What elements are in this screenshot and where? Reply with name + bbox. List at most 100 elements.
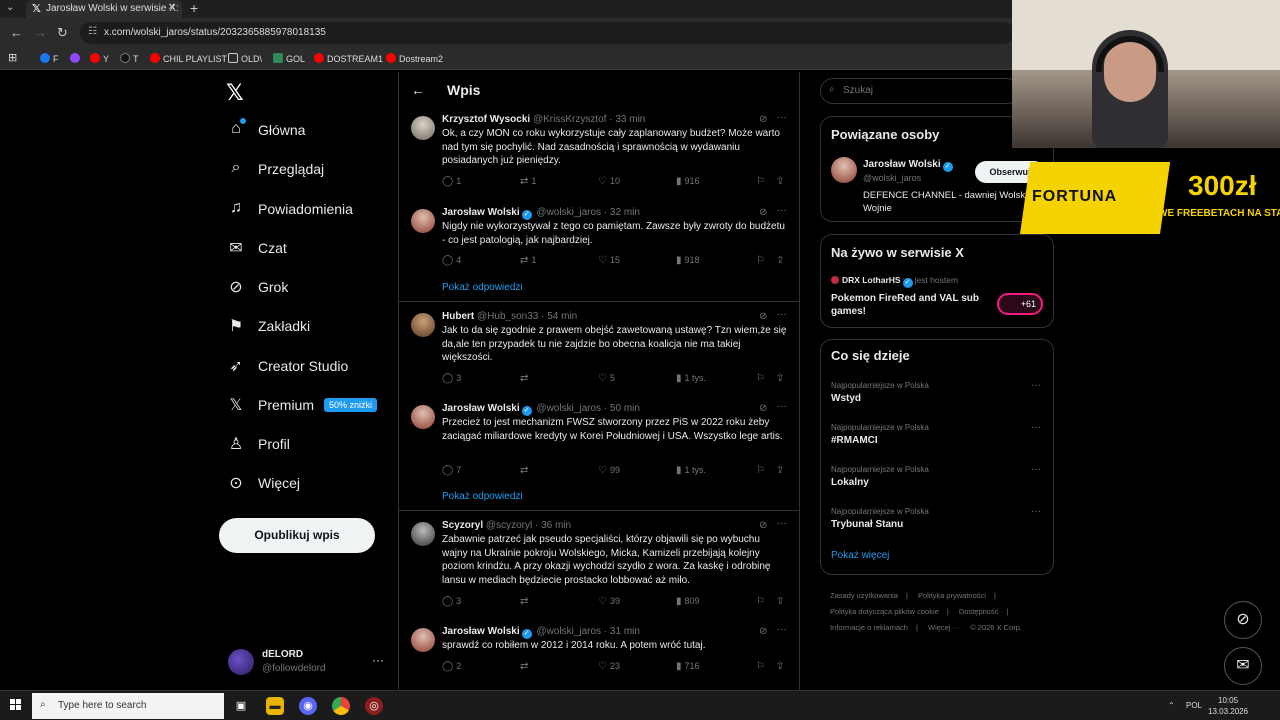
back-icon[interactable]: ← — [10, 25, 23, 40]
grok-float-button[interactable]: ⊘ — [1224, 601, 1262, 639]
author-name[interactable]: Krzysztof Wysocki — [442, 114, 530, 125]
post-button[interactable]: Opublikuj wpis — [219, 518, 375, 553]
share-button[interactable]: ⇪ — [776, 661, 787, 672]
file-explorer-icon[interactable]: ▬ — [266, 697, 284, 715]
like-button[interactable]: ♡ 5 — [598, 373, 615, 384]
grok-explain-icon[interactable]: ⊘ — [759, 207, 767, 218]
grok-explain-icon[interactable]: ⊘ — [759, 311, 767, 322]
search-input[interactable]: ⌕ Szukaj — [820, 78, 1020, 104]
more-options-icon[interactable]: ··· — [372, 653, 384, 667]
bookmark-button[interactable]: ⚐ — [756, 255, 768, 266]
bookmark-button[interactable]: ⚐ — [756, 661, 768, 672]
share-button[interactable]: ⇪ — [776, 176, 787, 187]
back-arrow-icon[interactable]: ← — [411, 82, 425, 98]
show-replies-link[interactable]: Pokaż odpowiedzi — [442, 282, 523, 293]
bookmark-button[interactable]: ⚐ — [756, 373, 768, 384]
chrome-icon[interactable] — [332, 697, 350, 715]
views-button[interactable]: ▮ 918 — [676, 255, 700, 266]
views-button[interactable]: ▮ 916 — [676, 176, 700, 187]
views-button[interactable]: ▮ 809 — [676, 596, 700, 607]
repost-button[interactable]: ⇄ — [520, 661, 531, 672]
account-switcher[interactable]: dELORD @followdelord ··· — [228, 647, 388, 677]
repost-button[interactable]: ⇄ — [520, 373, 531, 384]
author-name[interactable]: Jarosław Wolski — [442, 207, 520, 218]
share-button[interactable]: ⇪ — [776, 255, 787, 266]
like-button[interactable]: ♡ 39 — [598, 596, 620, 607]
footer-link[interactable]: Informacje o reklamach — [830, 623, 908, 632]
x-logo-icon[interactable]: 𝕏 — [226, 80, 244, 106]
avatar[interactable] — [411, 209, 435, 233]
reply-tweet[interactable]: Jarosław Wolski ✓ @wolski_jaros · 32 min … — [399, 205, 799, 275]
more-icon[interactable]: ··· — [1031, 464, 1041, 475]
more-icon[interactable]: ··· — [777, 518, 787, 529]
avatar[interactable] — [411, 628, 435, 652]
browser-tab-active[interactable]: 𝕏 Jarosław Wolski w serwisie X: „M ✕ — [26, 0, 182, 18]
like-button[interactable]: ♡ 10 — [598, 176, 620, 187]
forward-icon[interactable]: → — [34, 25, 47, 40]
reply-tweet[interactable]: Hubert @Hub_son33 · 54 min ⊘ ··· Jak to … — [399, 309, 799, 389]
avatar[interactable] — [411, 405, 435, 429]
live-host-row[interactable]: DRX LotharHS ✓ jest hostem — [831, 275, 958, 288]
more-icon[interactable]: ··· — [777, 624, 787, 635]
share-button[interactable]: ⇪ — [776, 373, 787, 384]
footer-link[interactable]: Więcej ··· — [928, 623, 960, 632]
views-button[interactable]: ▮ 716 — [676, 661, 700, 672]
footer-link[interactable]: Polityka prywatności — [918, 591, 986, 600]
grok-explain-icon[interactable]: ⊘ — [759, 626, 767, 637]
reply-button[interactable]: ◯ 7 — [442, 465, 461, 476]
live-title[interactable]: Pokemon FireRed and VAL sub games! — [831, 292, 991, 318]
bookmark-button[interactable]: ⚐ — [756, 176, 768, 187]
reply-tweet[interactable]: Jarosław Wolski ✓ @wolski_jaros · 31 min … — [399, 624, 799, 684]
author-handle[interactable]: @scyzoryl — [486, 520, 532, 531]
tweet-time[interactable]: · 31 min — [604, 626, 640, 637]
more-icon[interactable]: ··· — [777, 205, 787, 216]
repost-button[interactable]: ⇄ 1 — [520, 255, 536, 266]
views-button[interactable]: ▮ 1 tys. — [676, 373, 706, 384]
bookmark-item[interactable]: GOL — [273, 53, 305, 64]
avatar[interactable] — [831, 157, 857, 183]
taskbar-search-input[interactable]: ⌕ Type here to search — [32, 693, 224, 719]
language-indicator[interactable]: POL — [1186, 701, 1202, 710]
more-icon[interactable]: ··· — [1031, 380, 1041, 391]
author-handle[interactable]: @wolski_jaros — [536, 207, 601, 218]
discord-icon[interactable]: ◉ — [299, 697, 317, 715]
repost-button[interactable]: ⇄ — [520, 465, 531, 476]
views-button[interactable]: ▮ 1 tys. — [676, 465, 706, 476]
site-info-icon[interactable]: ☷ — [88, 26, 97, 37]
footer-link[interactable]: Zasady użytkowania — [830, 591, 898, 600]
show-replies-link[interactable]: Pokaż odpowiedzi — [442, 491, 523, 502]
bookmark-item[interactable]: DOSTREAM1 — [314, 53, 383, 64]
obs-icon[interactable]: ◎ — [365, 697, 383, 715]
bookmark-item[interactable]: Dostream2 — [386, 53, 443, 64]
messages-float-button[interactable]: ✉ — [1224, 647, 1262, 685]
author-handle[interactable]: @KrissKrzysztof — [533, 114, 607, 125]
share-button[interactable]: ⇪ — [776, 465, 787, 476]
taskbar-clock[interactable]: 10:05 13.03.2026 — [1208, 695, 1248, 717]
new-tab-icon[interactable]: + — [190, 0, 198, 16]
bookmark-item[interactable]: F — [40, 53, 59, 64]
address-bar[interactable]: ☷ x.com/wolski_jaros/status/203236588597… — [80, 22, 1015, 44]
author-handle[interactable]: @wolski_jaros — [536, 403, 601, 414]
bookmark-button[interactable]: ⚐ — [756, 465, 768, 476]
bookmark-button[interactable]: ⚐ — [756, 596, 768, 607]
repost-button[interactable]: ⇄ 1 — [520, 176, 536, 187]
tweet-time[interactable]: · 33 min — [609, 114, 645, 125]
reply-button[interactable]: ◯ 3 — [442, 596, 461, 607]
reply-button[interactable]: ◯ 1 — [442, 176, 461, 187]
share-button[interactable]: ⇪ — [776, 596, 787, 607]
live-listeners-badge[interactable]: +61 — [997, 293, 1043, 315]
reply-tweet[interactable]: Jarosław Wolski ✓ @wolski_jaros · 50 min … — [399, 401, 799, 481]
trend-name[interactable]: Lokalny — [831, 477, 869, 488]
repost-button[interactable]: ⇄ — [520, 596, 531, 607]
show-more-link[interactable]: Pokaż więcej — [831, 550, 889, 561]
bookmark-item[interactable]: CHIL PLAYLIST — [150, 53, 227, 64]
like-button[interactable]: ♡ 99 — [598, 465, 620, 476]
reply-tweet[interactable]: Krzysztof Wysocki @KrissKrzysztof · 33 m… — [399, 112, 799, 192]
reply-tweet[interactable]: Scyzoryl @scyzoryl · 36 min ⊘ ··· Zabawn… — [399, 518, 799, 614]
like-button[interactable]: ♡ 15 — [598, 255, 620, 266]
more-icon[interactable]: ··· — [777, 309, 787, 320]
trend-name[interactable]: Trybunał Stanu — [831, 519, 903, 530]
like-button[interactable]: ♡ 23 — [598, 661, 620, 672]
grok-explain-icon[interactable]: ⊘ — [759, 520, 767, 531]
more-icon[interactable]: ··· — [777, 112, 787, 123]
